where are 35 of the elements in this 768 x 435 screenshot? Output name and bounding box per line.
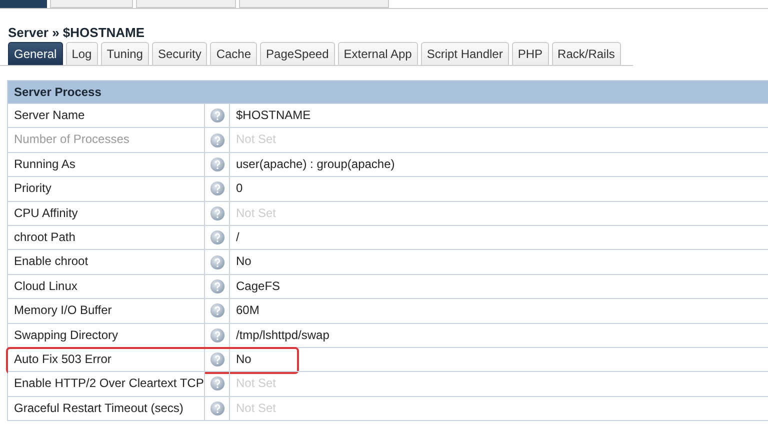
setting-value: No <box>235 350 252 368</box>
setting-value: /tmp/lshttpd/swap <box>235 326 330 344</box>
tab[interactable]: External App <box>338 42 418 65</box>
help-icon[interactable] <box>210 376 224 392</box>
setting-value: $HOSTNAME <box>235 107 312 124</box>
tab[interactable]: Rack/Rails <box>552 42 621 65</box>
tab[interactable]: General <box>8 42 63 65</box>
help-icon[interactable] <box>210 206 224 221</box>
setting-label: Enable HTTP/2 Over Cleartext TCP <box>8 372 205 396</box>
help-icon[interactable] <box>210 254 224 270</box>
tab[interactable]: Tuning <box>100 42 149 65</box>
setting-value: No <box>235 253 252 270</box>
setting-value: / <box>235 228 240 246</box>
setting-value: 0 <box>235 180 244 198</box>
help-icon[interactable] <box>210 108 224 124</box>
help-icon[interactable] <box>210 352 224 368</box>
tab[interactable]: Security <box>152 42 208 65</box>
page-title: Server » $HOSTNAME <box>7 24 146 36</box>
tab[interactable]: Cache <box>210 42 258 65</box>
help-icon[interactable] <box>210 400 224 416</box>
section-title: Server Process <box>14 85 102 99</box>
tab[interactable]: PHP <box>512 42 549 65</box>
help-icon[interactable] <box>210 328 224 343</box>
help-icon[interactable] <box>210 132 224 148</box>
tab[interactable]: PageSpeed <box>260 42 335 65</box>
setting-value: CageFS <box>235 278 282 295</box>
setting-value: 60M <box>235 302 260 320</box>
help-icon[interactable] <box>210 230 224 246</box>
tab[interactable]: Log <box>66 42 98 65</box>
help-icon[interactable] <box>210 278 224 294</box>
setting-value: user(apache) : group(apache) <box>235 156 396 173</box>
help-icon[interactable] <box>210 156 224 172</box>
tab[interactable]: Script Handler <box>420 42 509 65</box>
help-icon[interactable] <box>210 181 224 196</box>
help-icon[interactable] <box>210 303 224 318</box>
